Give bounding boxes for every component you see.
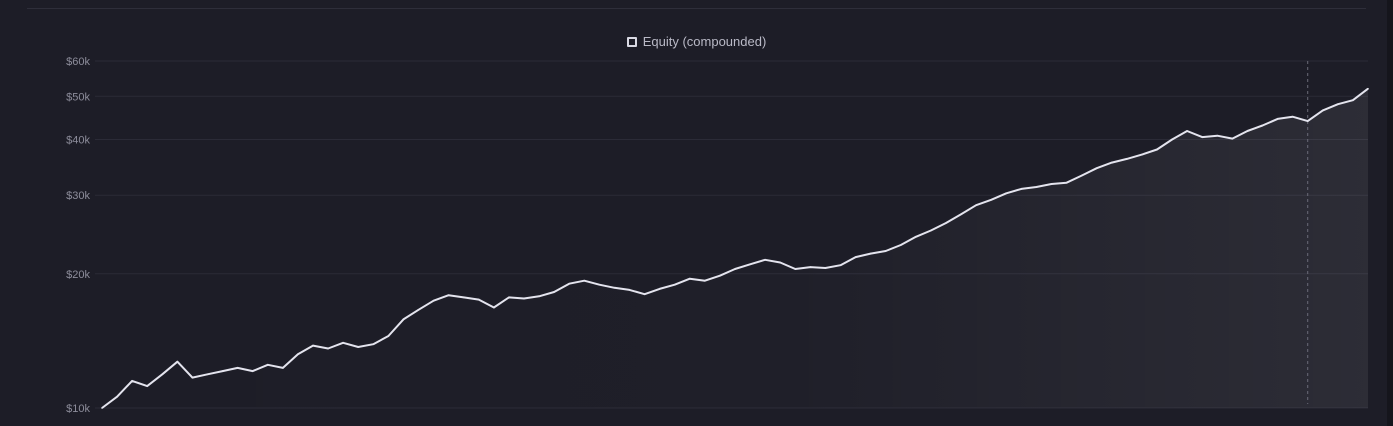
equity-point[interactable] (387, 335, 390, 337)
equity-point[interactable] (297, 353, 299, 356)
equity-point[interactable] (990, 199, 992, 201)
equity-point[interactable] (1231, 137, 1234, 140)
y-tick-label: $20k (66, 269, 90, 281)
equity-point[interactable] (553, 291, 555, 293)
equity-point[interactable] (915, 236, 917, 238)
equity-point[interactable] (628, 289, 631, 291)
equity-point[interactable] (884, 250, 887, 252)
equity-point[interactable] (869, 252, 872, 255)
equity-point[interactable] (432, 299, 435, 302)
equity-point[interactable] (493, 306, 495, 309)
y-tick-label: $50k (66, 91, 90, 103)
equity-point[interactable] (161, 373, 164, 376)
y-tick-label: $60k (66, 56, 90, 68)
equity-point[interactable] (462, 296, 465, 299)
y-axis-labels: $10k $20k $30k $40k $50k $60k (66, 56, 90, 415)
equity-point[interactable] (1126, 158, 1128, 160)
equity-point[interactable] (673, 283, 676, 286)
equity-point[interactable] (206, 373, 209, 376)
equity-point[interactable] (1065, 181, 1068, 184)
equity-point[interactable] (794, 268, 797, 270)
equity-point[interactable] (1291, 115, 1294, 118)
equity-point[interactable] (824, 267, 827, 269)
equity-point[interactable] (1186, 130, 1188, 132)
equity-point[interactable] (267, 364, 269, 366)
equity-point[interactable] (1095, 167, 1098, 169)
equity-point[interactable] (116, 395, 118, 398)
equity-point[interactable] (478, 298, 480, 301)
equity-point[interactable] (372, 343, 375, 346)
y-tick-label: $30k (66, 190, 90, 202)
equity-point[interactable] (945, 222, 947, 224)
equity-point[interactable] (538, 295, 540, 298)
equity-point[interactable] (734, 268, 736, 270)
equity-point[interactable] (417, 309, 420, 311)
equity-point[interactable] (900, 244, 902, 246)
equity-point[interactable] (658, 288, 661, 290)
equity-point[interactable] (176, 360, 179, 363)
equity-point[interactable] (583, 279, 586, 282)
equity-point[interactable] (1050, 183, 1053, 185)
equity-point[interactable] (1216, 134, 1219, 137)
equity-point[interactable] (779, 261, 781, 264)
equity-point[interactable] (598, 283, 601, 286)
equity-point[interactable] (357, 346, 360, 348)
equity-point[interactable] (1020, 188, 1023, 190)
equity-point[interactable] (1352, 99, 1354, 101)
equity-point[interactable] (643, 293, 646, 296)
equity-point[interactable] (1156, 148, 1158, 151)
equity-point[interactable] (1080, 174, 1083, 177)
equity-point[interactable] (568, 282, 570, 285)
equity-point[interactable] (719, 274, 721, 277)
equity-point[interactable] (613, 287, 616, 289)
equity-point[interactable] (809, 266, 812, 268)
equity-point[interactable] (704, 279, 706, 282)
equity-chart: $10k $20k $30k $40k $50k $60k (66, 56, 1369, 415)
equity-point[interactable] (1337, 103, 1339, 105)
equity-point[interactable] (930, 229, 932, 232)
equity-point[interactable] (282, 367, 284, 369)
equity-point[interactable] (975, 204, 977, 206)
equity-point[interactable] (1201, 136, 1203, 138)
equity-point[interactable] (508, 296, 510, 299)
equity-point[interactable] (342, 342, 344, 344)
equity-point[interactable] (854, 256, 857, 258)
y-tick-label: $40k (66, 135, 90, 147)
equity-point[interactable] (1261, 124, 1264, 127)
equity-point[interactable] (1111, 161, 1113, 164)
equity-point[interactable] (447, 294, 450, 297)
y-tick-label: $10k (66, 403, 90, 415)
equity-point[interactable] (1367, 87, 1369, 90)
equity-point[interactable] (191, 376, 194, 379)
equity-point[interactable] (1171, 138, 1173, 141)
equity-point[interactable] (960, 213, 962, 215)
equity-point[interactable] (131, 380, 133, 382)
equity-point[interactable] (523, 297, 525, 300)
equity-point[interactable] (1246, 130, 1249, 132)
equity-point[interactable] (101, 407, 103, 409)
equity-point[interactable] (1141, 153, 1143, 156)
equity-point[interactable] (251, 370, 254, 372)
equity-point[interactable] (1322, 109, 1324, 112)
equity-point[interactable] (236, 367, 239, 369)
equity-point[interactable] (839, 264, 842, 267)
equity-point[interactable] (749, 263, 751, 266)
equity-point[interactable] (402, 318, 405, 321)
equity-point[interactable] (327, 347, 329, 350)
equity-point[interactable] (1276, 118, 1279, 120)
equity-point[interactable] (689, 277, 691, 280)
equity-point[interactable] (764, 259, 766, 261)
equity-point[interactable] (1035, 186, 1038, 188)
equity-point[interactable] (146, 385, 148, 387)
equity-point[interactable] (221, 370, 224, 372)
equity-point[interactable] (312, 344, 314, 347)
equity-point[interactable] (1005, 192, 1008, 195)
equity-point[interactable] (1306, 120, 1309, 122)
